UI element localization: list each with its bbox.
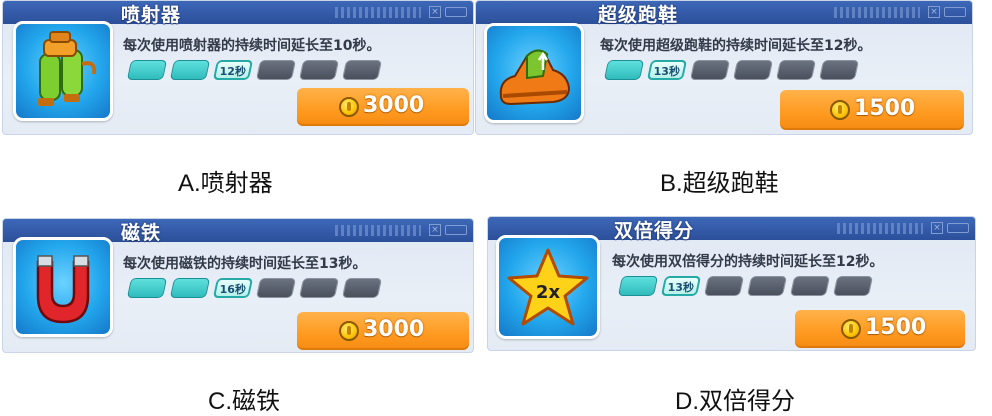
level-segment-next: 16秒 [212, 278, 254, 298]
level-segment-empty [732, 60, 774, 80]
level-segment-empty [703, 276, 745, 296]
upgrade-card-magnet: 磁铁 × 每次使用磁铁的持续时间延长至13秒。 16秒 3000 [2, 218, 474, 353]
header-decoration [335, 7, 421, 18]
upgrade-card-super-sneakers: 超级跑鞋 × 每次使用超级跑鞋的持续时间延长至12秒。 13秒 1500 [475, 0, 973, 135]
level-segment-empty [689, 60, 731, 80]
header-decoration [834, 7, 920, 18]
level-segment-empty [298, 278, 340, 298]
level-segment-filled [617, 276, 659, 296]
jetpack-icon [13, 21, 113, 121]
card-title: 双倍得分 [614, 220, 695, 242]
coin-icon [339, 97, 359, 117]
price-value: 1500 [865, 315, 927, 340]
level-segment-next: 13秒 [646, 60, 688, 80]
header-decoration [335, 225, 421, 236]
level-segment-empty [832, 276, 874, 296]
close-icon: × [928, 6, 940, 18]
close-icon: × [931, 222, 943, 234]
super-sneakers-icon [484, 23, 584, 123]
tag-icon [445, 225, 467, 235]
magnet-icon [13, 237, 113, 337]
card-title: 超级跑鞋 [598, 4, 679, 26]
level-segment-empty [255, 278, 297, 298]
level-segment-filled [169, 278, 211, 298]
upgrade-progress-bar: 13秒 [603, 60, 860, 82]
card-title: 磁铁 [121, 222, 162, 244]
card-title: 喷射器 [121, 4, 182, 26]
level-segment-filled [126, 60, 168, 80]
header-decoration [837, 223, 923, 234]
tag-icon [944, 7, 966, 17]
option-caption-a: A.喷射器 [178, 170, 273, 197]
level-segment-filled [126, 278, 168, 298]
coin-icon [830, 100, 850, 120]
level-segment-empty [341, 60, 383, 80]
buy-button[interactable]: 1500 [780, 90, 964, 130]
price-value: 1500 [854, 96, 916, 121]
card-description: 每次使用磁铁的持续时间延长至13秒。 [123, 256, 367, 272]
double-score-star-icon: 2x [496, 235, 600, 339]
option-caption-d: D.双倍得分 [675, 388, 795, 415]
next-level-label: 16秒 [219, 283, 246, 296]
price-value: 3000 [363, 93, 425, 118]
card-description: 每次使用双倍得分的持续时间延长至12秒。 [612, 254, 884, 270]
option-caption-b: B.超级跑鞋 [660, 170, 779, 197]
upgrade-progress-bar: 16秒 [126, 278, 383, 300]
card-description: 每次使用喷射器的持续时间延长至10秒。 [123, 38, 381, 54]
tag-icon [947, 223, 969, 233]
level-segment-filled [603, 60, 645, 80]
next-level-label: 13秒 [653, 65, 680, 78]
option-caption-c: C.磁铁 [208, 388, 280, 415]
coin-icon [339, 321, 359, 341]
next-level-label: 12秒 [219, 65, 246, 78]
level-segment-empty [746, 276, 788, 296]
price-value: 3000 [363, 317, 425, 342]
level-segment-next: 12秒 [212, 60, 254, 80]
level-segment-empty [298, 60, 340, 80]
card-description: 每次使用超级跑鞋的持续时间延长至12秒。 [600, 38, 872, 54]
star-multiplier-label: 2x [536, 282, 561, 303]
level-segment-empty [789, 276, 831, 296]
close-icon: × [429, 6, 441, 18]
level-segment-empty [818, 60, 860, 80]
tag-icon [445, 7, 467, 17]
buy-button[interactable]: 1500 [795, 310, 965, 348]
card-header: 超级跑鞋 × [476, 1, 972, 26]
level-segment-next: 13秒 [660, 276, 702, 296]
level-segment-empty [341, 278, 383, 298]
upgrade-card-double-score: 双倍得分 × 2x 每次使用双倍得分的持续时间延长至12秒。 13秒 1500 [487, 216, 976, 351]
upgrade-progress-bar: 13秒 [617, 276, 874, 298]
level-segment-filled [169, 60, 211, 80]
next-level-label: 13秒 [667, 281, 694, 294]
level-segment-empty [255, 60, 297, 80]
upgrade-progress-bar: 12秒 [126, 60, 383, 82]
buy-button[interactable]: 3000 [297, 88, 469, 126]
close-icon: × [429, 224, 441, 236]
level-segment-empty [775, 60, 817, 80]
coin-icon [841, 319, 861, 339]
buy-button[interactable]: 3000 [297, 312, 469, 350]
upgrade-card-jetpack: 喷射器 × 每次使用喷射器的持续时间延长至10秒。 12秒 3000 [2, 0, 474, 135]
